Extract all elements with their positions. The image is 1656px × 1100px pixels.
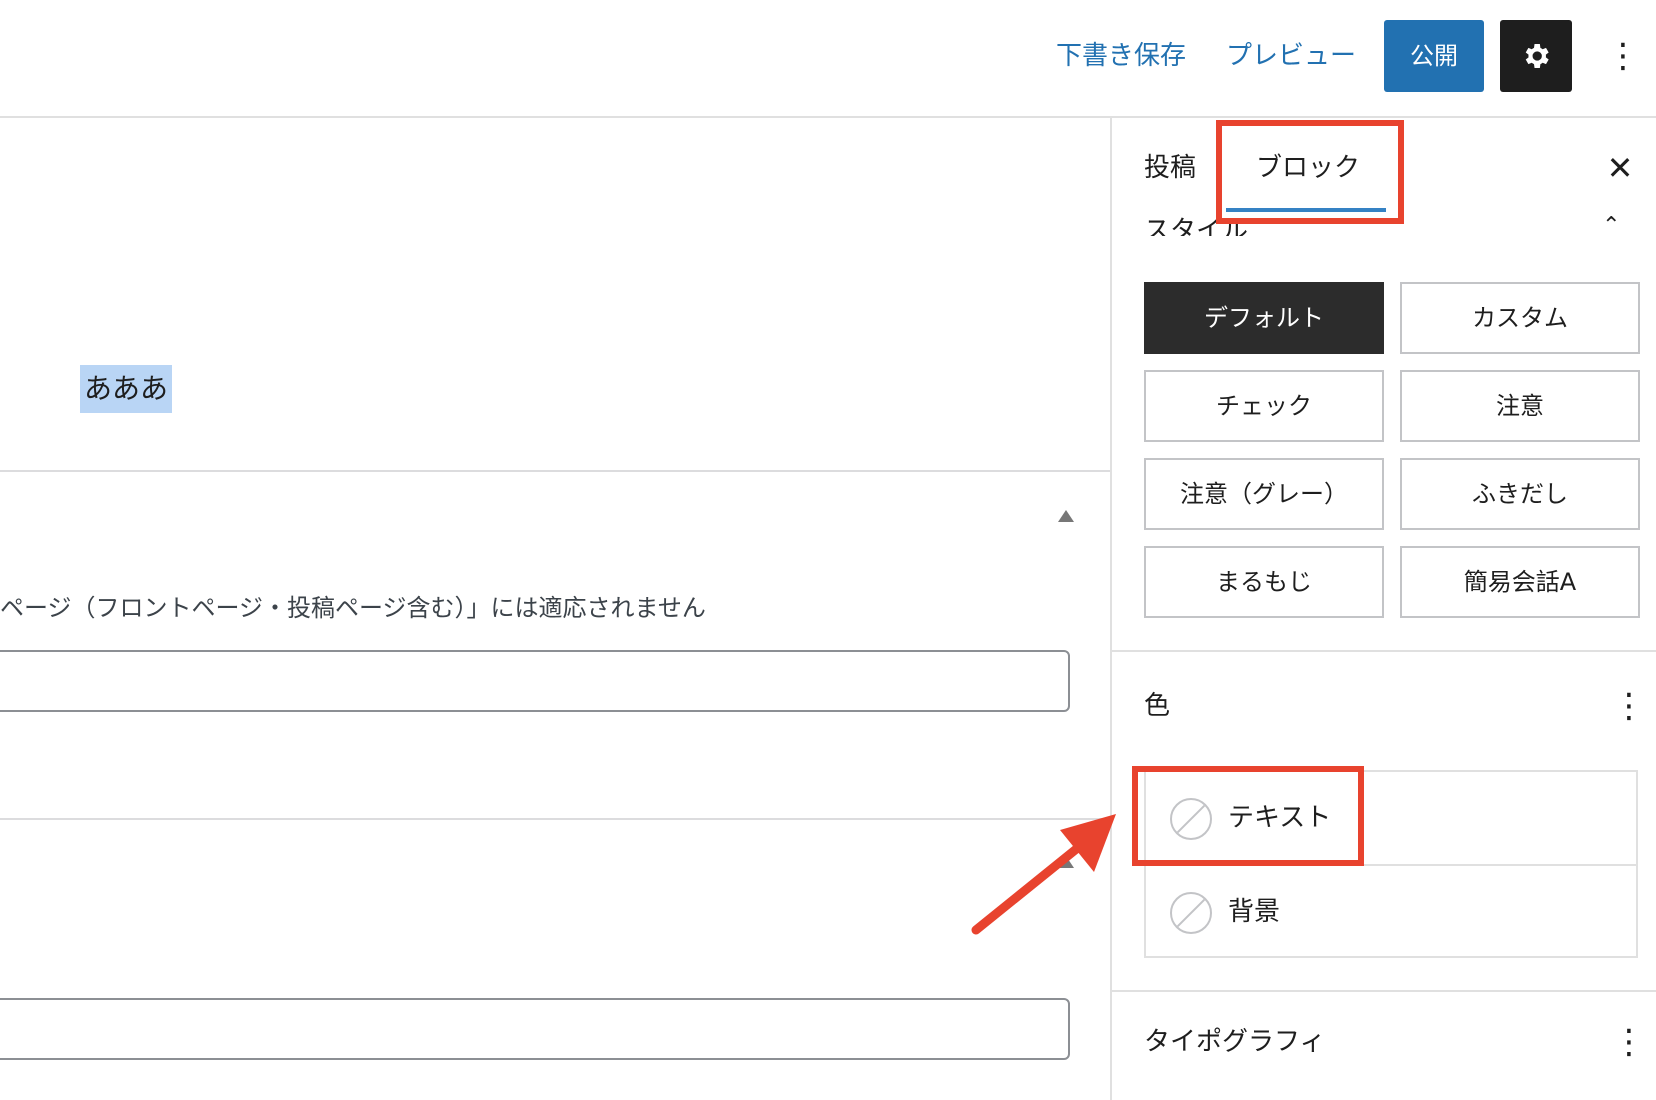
annotation-arrow-icon (971, 814, 1116, 935)
